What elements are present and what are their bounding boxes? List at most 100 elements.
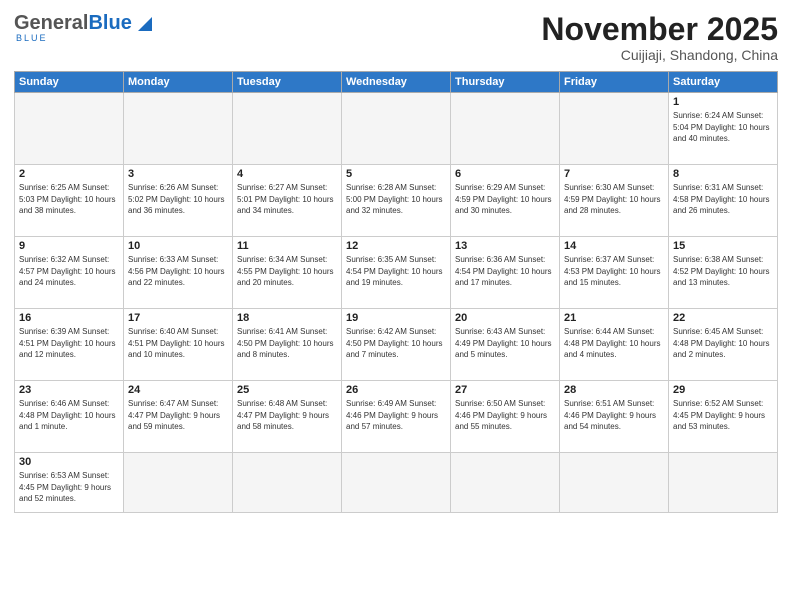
day-number: 14 (564, 240, 664, 252)
table-row: 17 Sunrise: 6:40 AM Sunset: 4:51 PM Dayli… (124, 309, 233, 381)
day-info: Sunrise: 6:41 AM Sunset: 4:50 PM Dayligh… (237, 326, 337, 361)
table-row: 28Sunrise: 6:51 AM Sunset: 4:46 PM Dayli… (560, 381, 669, 453)
logo-icon (134, 13, 156, 35)
day-info: Sunrise: 6:50 AM Sunset: 4:46 PM Dayligh… (455, 398, 555, 433)
table-row: 21 Sunrise: 6:44 AM Sunset: 4:48 PM Dayli… (560, 309, 669, 381)
day-number: 27 (455, 384, 555, 396)
day-number: 6 (455, 168, 555, 180)
day-number: 8 (673, 168, 773, 180)
table-row: 27 Sunrise: 6:50 AM Sunset: 4:46 PM Dayli… (451, 381, 560, 453)
table-row: 10Sunrise: 6:33 AM Sunset: 4:56 PM Dayli… (124, 237, 233, 309)
day-number: 28 (564, 384, 664, 396)
table-row: 12Sunrise: 6:35 AM Sunset: 4:54 PM Dayli… (342, 237, 451, 309)
day-number: 1 (673, 96, 773, 108)
day-info: Sunrise: 6:45 AM Sunset: 4:48 PM Dayligh… (673, 326, 773, 361)
header: General Blue BLUE November 2025 Cuijiaji… (14, 12, 778, 63)
day-info: Sunrise: 6:38 AM Sunset: 4:52 PM Dayligh… (673, 254, 773, 289)
day-number: 2 (19, 168, 119, 180)
table-row: 9 Sunrise: 6:32 AM Sunset: 4:57 PM Daylig… (15, 237, 124, 309)
col-wednesday: Wednesday (342, 72, 451, 93)
day-number: 22 (673, 312, 773, 324)
day-number: 17 (128, 312, 228, 324)
day-info: Sunrise: 6:26 AM Sunset: 5:02 PM Dayligh… (128, 182, 228, 217)
table-row: 4Sunrise: 6:27 AM Sunset: 5:01 PM Daylig… (233, 165, 342, 237)
table-row: 15 Sunrise: 6:38 AM Sunset: 4:52 PM Dayli… (669, 237, 778, 309)
table-row: 11 Sunrise: 6:34 AM Sunset: 4:55 PM Dayli… (233, 237, 342, 309)
col-sunday: Sunday (15, 72, 124, 93)
day-info: Sunrise: 6:25 AM Sunset: 5:03 PM Dayligh… (19, 182, 119, 217)
day-info: Sunrise: 6:33 AM Sunset: 4:56 PM Dayligh… (128, 254, 228, 289)
col-monday: Monday (124, 72, 233, 93)
logo-general: General (14, 12, 88, 35)
day-number: 7 (564, 168, 664, 180)
day-number: 4 (237, 168, 337, 180)
day-info: Sunrise: 6:43 AM Sunset: 4:49 PM Dayligh… (455, 326, 555, 361)
table-row: 19Sunrise: 6:42 AM Sunset: 4:50 PM Dayli… (342, 309, 451, 381)
day-info: Sunrise: 6:52 AM Sunset: 4:45 PM Dayligh… (673, 398, 773, 433)
day-number: 30 (19, 456, 119, 468)
table-row: 8 Sunrise: 6:31 AM Sunset: 4:58 PM Daylig… (669, 165, 778, 237)
table-row: 23Sunrise: 6:46 AM Sunset: 4:48 PM Dayli… (15, 381, 124, 453)
table-row (342, 453, 451, 513)
table-row (15, 93, 124, 165)
day-number: 3 (128, 168, 228, 180)
page: General Blue BLUE November 2025 Cuijiaji… (0, 0, 792, 612)
logo: General Blue BLUE (14, 12, 156, 43)
day-number: 25 (237, 384, 337, 396)
day-number: 20 (455, 312, 555, 324)
day-info: Sunrise: 6:34 AM Sunset: 4:55 PM Dayligh… (237, 254, 337, 289)
table-row: 13Sunrise: 6:36 AM Sunset: 4:54 PM Dayli… (451, 237, 560, 309)
table-row: 29 Sunrise: 6:52 AM Sunset: 4:45 PM Dayli… (669, 381, 778, 453)
day-info: Sunrise: 6:35 AM Sunset: 4:54 PM Dayligh… (346, 254, 446, 289)
day-number: 24 (128, 384, 228, 396)
table-row: 14Sunrise: 6:37 AM Sunset: 4:53 PM Dayli… (560, 237, 669, 309)
day-info: Sunrise: 6:48 AM Sunset: 4:47 PM Dayligh… (237, 398, 337, 433)
title-block: November 2025 Cuijiaji, Shandong, China (541, 12, 778, 63)
day-info: Sunrise: 6:39 AM Sunset: 4:51 PM Dayligh… (19, 326, 119, 361)
table-row: 7 Sunrise: 6:30 AM Sunset: 4:59 PM Daylig… (560, 165, 669, 237)
logo-subtitle: BLUE (16, 33, 48, 43)
day-number: 15 (673, 240, 773, 252)
day-info: Sunrise: 6:28 AM Sunset: 5:00 PM Dayligh… (346, 182, 446, 217)
table-row: 18 Sunrise: 6:41 AM Sunset: 4:50 PM Dayli… (233, 309, 342, 381)
day-number: 18 (237, 312, 337, 324)
day-info: Sunrise: 6:42 AM Sunset: 4:50 PM Dayligh… (346, 326, 446, 361)
table-row: 30 Sunrise: 6:53 AM Sunset: 4:45 PM Dayli… (15, 453, 124, 513)
day-info: Sunrise: 6:31 AM Sunset: 4:58 PM Dayligh… (673, 182, 773, 217)
table-row (451, 93, 560, 165)
day-info: Sunrise: 6:46 AM Sunset: 4:48 PM Dayligh… (19, 398, 119, 433)
col-saturday: Saturday (669, 72, 778, 93)
day-number: 29 (673, 384, 773, 396)
day-info: Sunrise: 6:32 AM Sunset: 4:57 PM Dayligh… (19, 254, 119, 289)
day-info: Sunrise: 6:40 AM Sunset: 4:51 PM Dayligh… (128, 326, 228, 361)
table-row: 6Sunrise: 6:29 AM Sunset: 4:59 PM Daylig… (451, 165, 560, 237)
day-number: 11 (237, 240, 337, 252)
logo-text: General Blue (14, 12, 156, 35)
table-row: 24 Sunrise: 6:47 AM Sunset: 4:47 PM Dayli… (124, 381, 233, 453)
month-title: November 2025 (541, 12, 778, 47)
logo-blue: Blue (88, 12, 131, 35)
table-row (451, 453, 560, 513)
table-row: 22 Sunrise: 6:45 AM Sunset: 4:48 PM Dayli… (669, 309, 778, 381)
day-info: Sunrise: 6:30 AM Sunset: 4:59 PM Dayligh… (564, 182, 664, 217)
table-row (124, 453, 233, 513)
table-row (342, 93, 451, 165)
day-info: Sunrise: 6:44 AM Sunset: 4:48 PM Dayligh… (564, 326, 664, 361)
col-thursday: Thursday (451, 72, 560, 93)
day-number: 21 (564, 312, 664, 324)
day-number: 9 (19, 240, 119, 252)
table-row: 20 Sunrise: 6:43 AM Sunset: 4:49 PM Dayli… (451, 309, 560, 381)
table-row: 25 Sunrise: 6:48 AM Sunset: 4:47 PM Dayli… (233, 381, 342, 453)
table-row: 26Sunrise: 6:49 AM Sunset: 4:46 PM Dayli… (342, 381, 451, 453)
calendar-table: Sunday Monday Tuesday Wednesday Thursday… (14, 71, 778, 513)
day-number: 16 (19, 312, 119, 324)
table-row (124, 93, 233, 165)
day-info: Sunrise: 6:47 AM Sunset: 4:47 PM Dayligh… (128, 398, 228, 433)
col-tuesday: Tuesday (233, 72, 342, 93)
day-info: Sunrise: 6:53 AM Sunset: 4:45 PM Dayligh… (19, 470, 119, 505)
day-number: 5 (346, 168, 446, 180)
table-row (233, 453, 342, 513)
table-row: 3 Sunrise: 6:26 AM Sunset: 5:02 PM Daylig… (124, 165, 233, 237)
table-row: 2 Sunrise: 6:25 AM Sunset: 5:03 PM Daylig… (15, 165, 124, 237)
calendar-header-row: Sunday Monday Tuesday Wednesday Thursday… (15, 72, 778, 93)
